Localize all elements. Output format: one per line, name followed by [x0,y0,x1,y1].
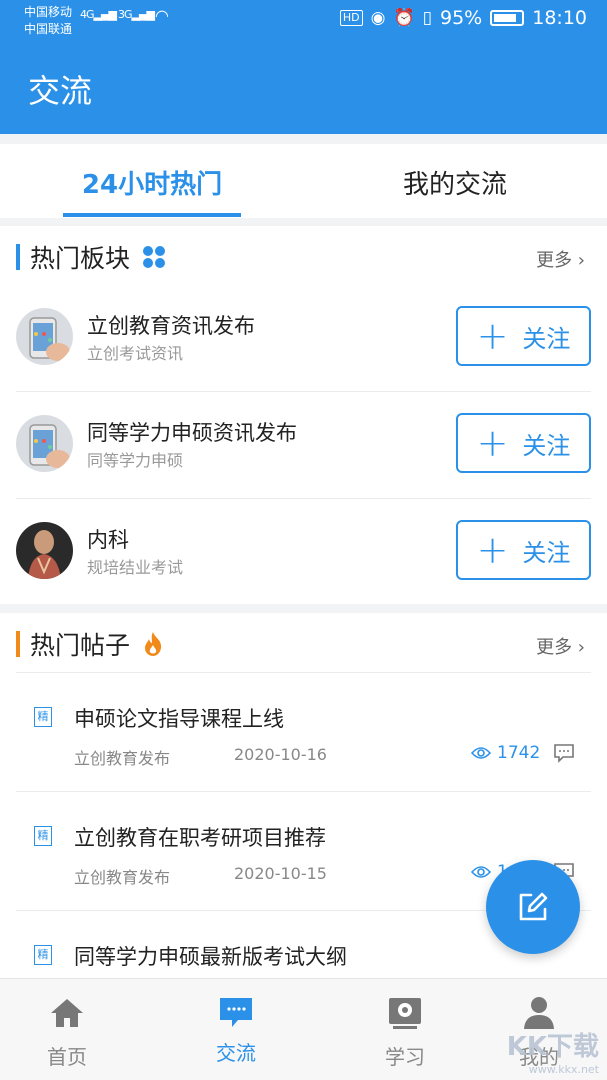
tab-24h-hot[interactable]: 24小时热门 [63,164,241,201]
board-avatar [16,415,73,472]
new-post-button[interactable] [486,860,580,954]
post-date: 2020-10-15 [234,864,327,883]
plus-icon: + [476,528,509,572]
board-row[interactable]: 立创教育资讯发布 立创考试资讯 + 关注 [16,286,591,392]
post-title: 申硕论文指导课程上线 [74,707,284,731]
board-row[interactable]: 内科 规培结业考试 + 关注 [16,500,591,606]
hot-posts-header: 热门帖子 [16,627,164,661]
study-icon [389,998,421,1029]
hot-boards-section: 热门板块 更多 › 立创教育资讯发布 立创考试资讯 + 关注 同等学力申硕资讯发… [0,226,607,604]
carrier-1: 中国移动 [24,5,73,19]
signal-4g-icon: 4G▂▄▆ [80,8,117,21]
carrier-info: 中国移动 中国联通 [24,4,72,38]
featured-badge: 精 [34,826,52,846]
board-name: 立创教育资讯发布 [87,314,255,338]
nav-exchange[interactable]: 交流 [171,979,301,1080]
board-name: 同等学力申硕资讯发布 [87,421,297,445]
follow-label: 关注 [522,324,571,353]
chat-icon [220,998,252,1027]
board-row[interactable]: 同等学力申硕资讯发布 同等学力申硕 + 关注 [16,393,591,499]
watermark-url: www.kkx.net [528,1063,599,1076]
board-avatar [16,308,73,365]
follow-label: 关注 [522,431,571,460]
eye-icon: ◉ [370,8,386,28]
grid-icon [143,246,166,268]
section-accent-bar [16,244,20,270]
watermark: KK下载 www.kkx.net [507,1026,599,1076]
tab-my-exchange[interactable]: 我的交流 [380,164,530,201]
post-author: 立创教育发布 [74,868,171,887]
nav-exchange-label: 交流 [216,1041,256,1065]
fire-icon [145,632,162,656]
nav-home[interactable]: 首页 [2,979,132,1080]
board-avatar [16,522,73,579]
status-bar: 中国移动 中国联通 4G▂▄▆ 3G▂▄▆ ◠ HD ◉ ⏰ ▯ 95% 18:… [0,0,607,42]
watermark-main: KK下载 [506,1032,599,1062]
vibrate-icon: ▯ [422,8,432,28]
board-name: 内科 [87,528,129,552]
view-count: 1742 [497,743,541,763]
carrier-2: 中国联通 [24,22,73,36]
hot-boards-more-link[interactable]: 更多 › [536,246,585,272]
home-icon [51,999,83,1027]
featured-badge: 精 [34,945,52,965]
follow-label: 关注 [522,538,571,567]
nav-study[interactable]: 学习 [340,979,470,1080]
hot-posts-more-link[interactable]: 更多 › [536,633,585,659]
eye-icon [471,747,491,759]
hd-icon: HD [339,10,363,26]
app-bar: 交流 [0,42,607,134]
plus-icon: + [476,421,509,465]
hot-boards-header: 热门板块 [16,240,166,274]
post-views: 1742 [471,743,540,763]
follow-button[interactable]: + 关注 [456,520,591,580]
alarm-icon: ⏰ [393,8,415,28]
section-accent-bar [16,631,20,657]
signal-3g-icon: 3G▂▄▆ [118,8,155,21]
battery-percent: 95% [440,7,483,29]
follow-button[interactable]: + 关注 [456,306,591,366]
board-subtitle: 同等学力申硕 [87,451,184,470]
nav-study-label: 学习 [385,1045,425,1069]
post-title: 同等学力申硕最新版考试大纲 [74,945,347,969]
post-item[interactable]: 精 申硕论文指导课程上线 立创教育发布 2020-10-16 1742 [16,673,591,792]
bottom-nav: 首页 交流 学习 我的 KK下载 www.kkx.net [0,978,607,1080]
board-subtitle: 规培结业考试 [87,558,184,577]
wifi-icon: ◠ [155,6,169,25]
board-subtitle: 立创考试资讯 [87,344,184,363]
tab-indicator [63,213,241,217]
nav-home-label: 首页 [47,1045,87,1069]
post-date: 2020-10-16 [234,745,327,764]
battery-icon [490,10,525,26]
clock: 18:10 [532,7,587,29]
post-author: 立创教育发布 [74,749,171,768]
post-title: 立创教育在职考研项目推荐 [74,826,326,850]
edit-icon [519,892,548,921]
follow-button[interactable]: + 关注 [456,413,591,473]
page-title: 交流 [28,72,93,110]
eye-icon [471,866,491,878]
hot-boards-title: 热门板块 [30,244,131,273]
plus-icon: + [476,314,509,358]
tab-bar: 24小时热门 我的交流 [0,144,607,218]
hot-posts-title: 热门帖子 [30,631,131,660]
comment-icon[interactable] [553,743,575,763]
featured-badge: 精 [34,707,52,727]
